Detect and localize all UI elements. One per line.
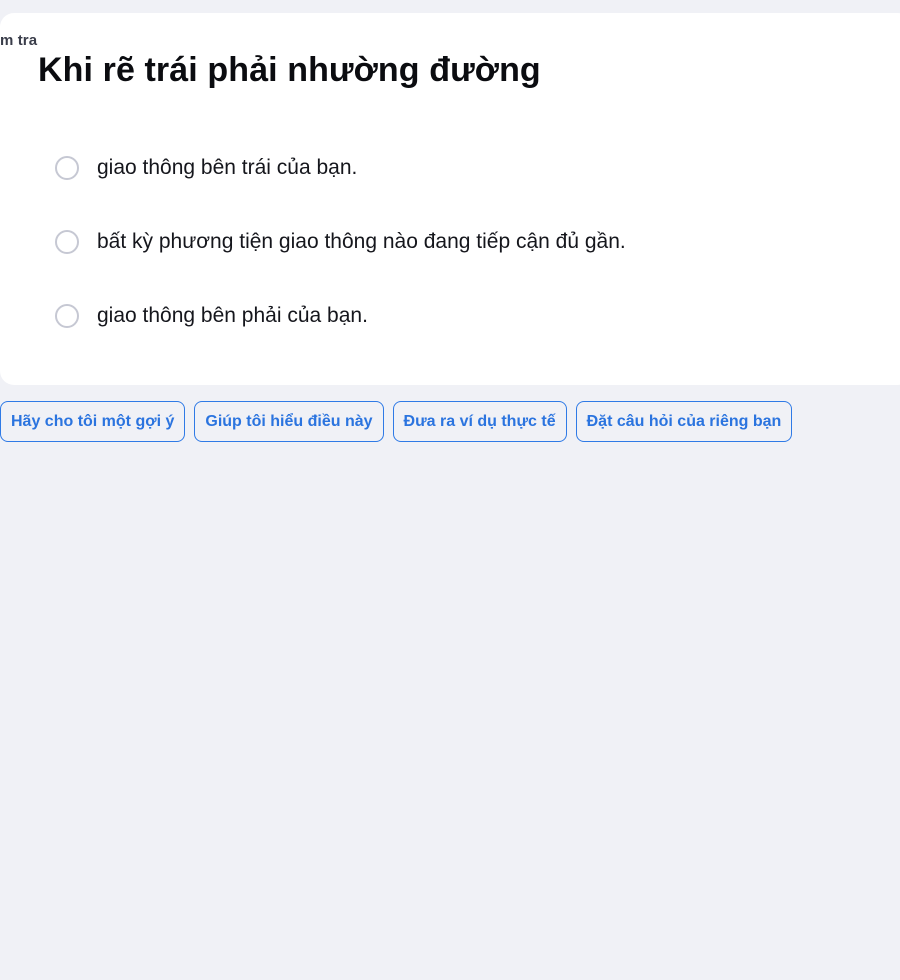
card-label: m tra [0, 32, 38, 49]
answer-option-2[interactable]: bất kỳ phương tiện giao thông nào đang t… [55, 213, 626, 271]
ai-action-bar: Hãy cho tôi một gợi ý Giúp tôi hiểu điều… [0, 401, 793, 442]
explain-button[interactable]: Giúp tôi hiểu điều này [194, 401, 384, 442]
radio-button[interactable] [55, 230, 79, 254]
hint-button[interactable]: Hãy cho tôi một gợi ý [0, 401, 186, 442]
radio-button[interactable] [55, 304, 79, 328]
answer-option-text: bất kỳ phương tiện giao thông nào đang t… [97, 230, 626, 253]
answer-option-1[interactable]: giao thông bên trái của bạn. [55, 139, 626, 197]
quiz-card: m tra Khi rẽ trái phải nhường đường giao… [0, 13, 900, 385]
question-title: Khi rẽ trái phải nhường đường [38, 51, 541, 89]
answer-options: giao thông bên trái của bạn. bất kỳ phươ… [55, 139, 626, 361]
answer-option-text: giao thông bên trái của bạn. [97, 156, 358, 179]
answer-option-text: giao thông bên phải của bạn. [97, 304, 368, 327]
real-example-button[interactable]: Đưa ra ví dụ thực tế [392, 401, 567, 442]
radio-button[interactable] [55, 156, 79, 180]
answer-option-3[interactable]: giao thông bên phải của bạn. [55, 287, 626, 345]
ask-own-question-button[interactable]: Đặt câu hỏi của riêng bạn [575, 401, 793, 442]
page: m tra Khi rẽ trái phải nhường đường giao… [0, 0, 900, 980]
